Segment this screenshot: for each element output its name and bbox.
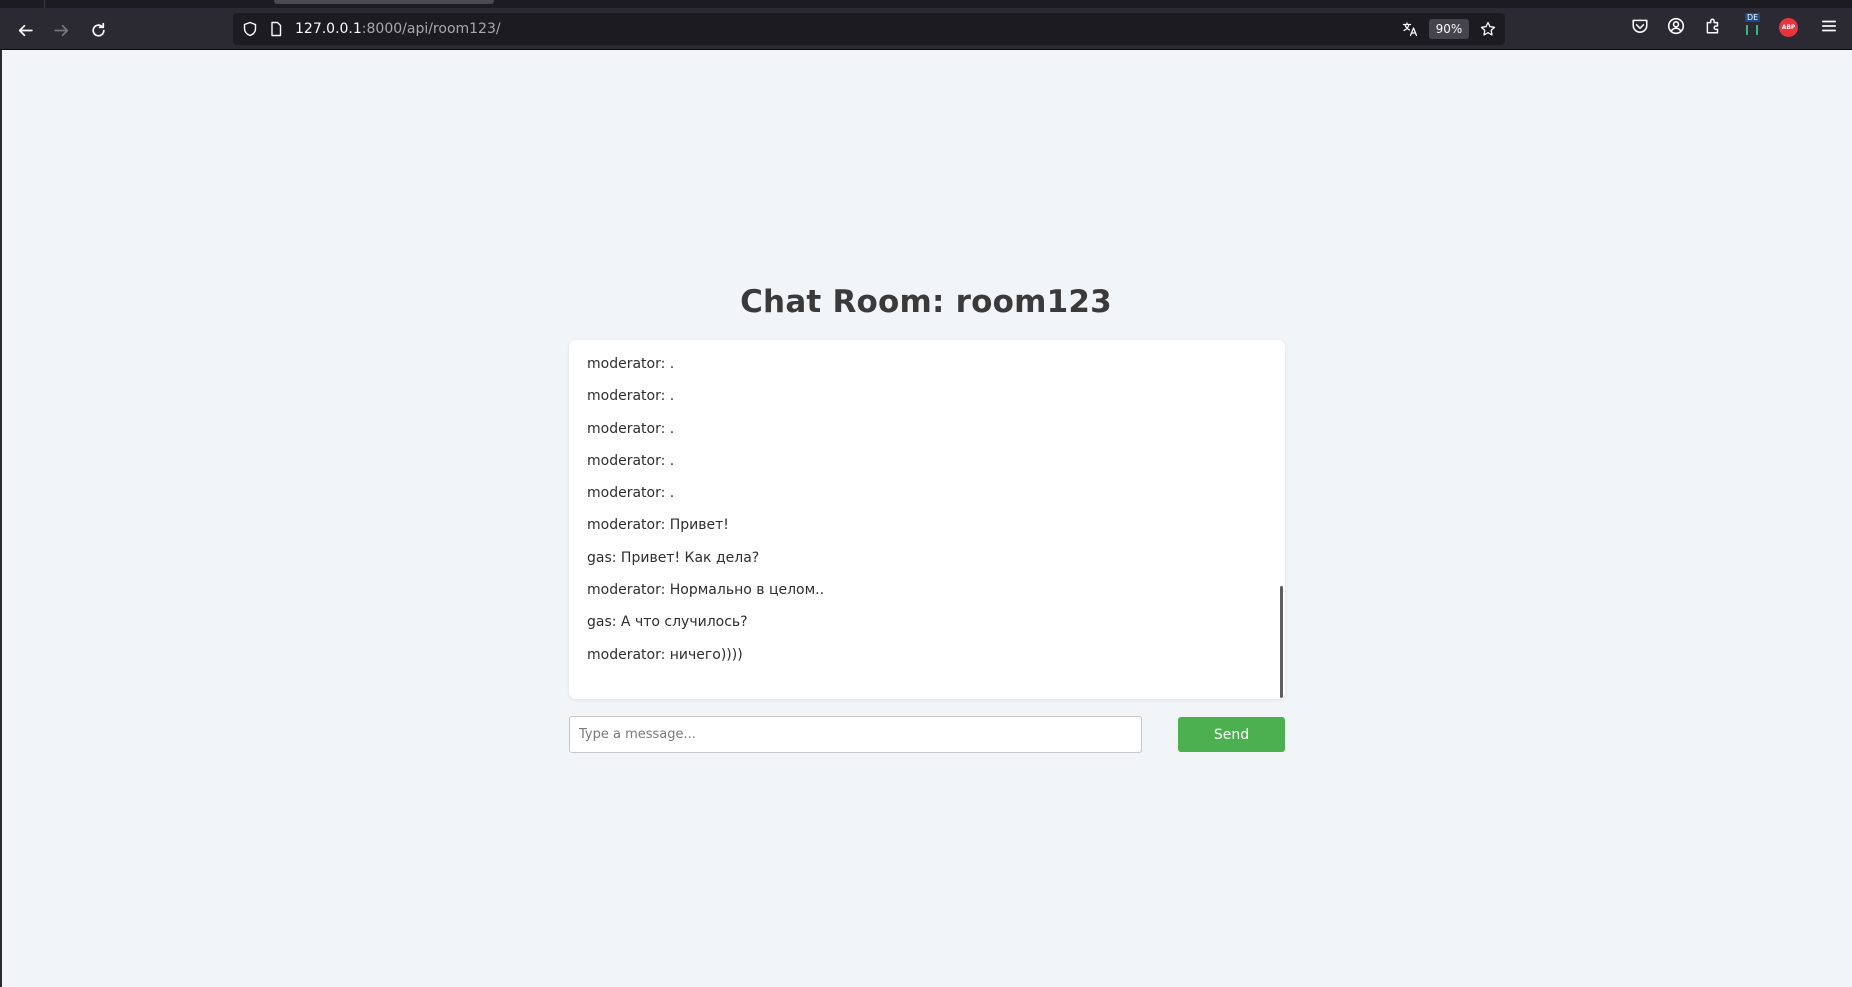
translator-extension-icon[interactable]: DE [1741, 12, 1765, 36]
adblock-icon[interactable]: ABP [1779, 18, 1798, 37]
hamburger-menu-icon[interactable] [1819, 16, 1839, 36]
url-path: :8000/api/room123/ [361, 21, 501, 37]
chat-message: moderator: . [587, 388, 675, 405]
chat-message: moderator: ничего)))) [587, 646, 743, 663]
account-icon[interactable] [1666, 16, 1686, 36]
browser-toolbar: 127.0.0.1:8000/api/room123/ 90% DE ABP [0, 8, 1852, 50]
pocket-icon[interactable] [1630, 16, 1650, 36]
puzzle-icon[interactable] [1703, 16, 1723, 36]
forward-button[interactable] [47, 16, 75, 44]
address-bar[interactable]: 127.0.0.1:8000/api/room123/ 90% [233, 13, 1505, 45]
message-input[interactable] [569, 716, 1142, 753]
extension-graphic [1746, 25, 1758, 35]
extension-label: DE [1745, 13, 1761, 22]
arrow-right-icon [53, 24, 68, 36]
active-tab-indicator[interactable] [274, 0, 494, 4]
translate-icon[interactable] [1401, 20, 1419, 38]
chat-message: moderator: . [587, 356, 675, 372]
chat-message: moderator: Привет! [587, 517, 729, 534]
chat-message: moderator: . [587, 452, 675, 469]
chat-message: gas: А что случилось? [587, 614, 748, 631]
reload-button[interactable] [84, 16, 112, 44]
send-button[interactable]: Send [1178, 717, 1285, 752]
page-icon[interactable] [267, 20, 285, 38]
zoom-level-badge[interactable]: 90% [1429, 19, 1469, 39]
window-edge [0, 50, 2, 987]
chat-message: gas: Привет! Как дела? [587, 549, 760, 566]
shield-icon[interactable] [241, 20, 259, 38]
tab-strip [0, 0, 1852, 8]
star-icon[interactable] [1479, 20, 1497, 38]
chat-message: moderator: Нормально в целом.. [587, 582, 825, 599]
back-button[interactable] [11, 16, 39, 44]
reload-icon [91, 22, 105, 37]
url-text[interactable]: 127.0.0.1:8000/api/room123/ [295, 20, 501, 38]
tab-separator [44, 0, 45, 8]
chat-message: moderator: . [587, 420, 675, 437]
url-host: 127.0.0.1 [295, 21, 362, 37]
chat-log[interactable]: moderator: . moderator: . moderator: . m… [569, 340, 1285, 699]
chat-message: moderator: . [587, 485, 675, 502]
arrow-left-icon [18, 24, 33, 36]
message-list: moderator: . moderator: . moderator: . m… [587, 348, 1247, 671]
page-title: Chat Room: room123 [740, 284, 1112, 320]
chat-scrollbar[interactable] [1280, 586, 1283, 698]
